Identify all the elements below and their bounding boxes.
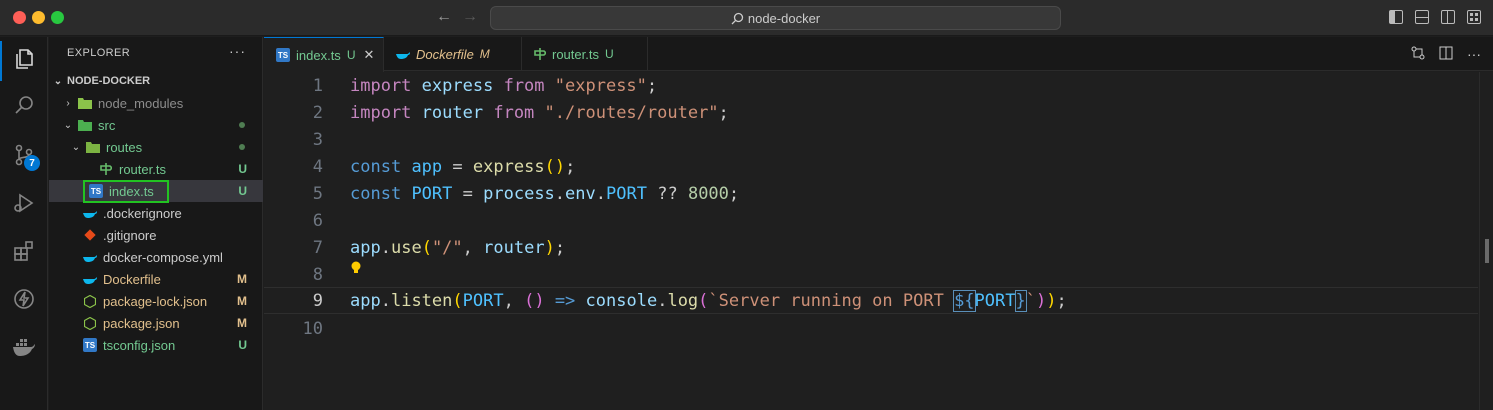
- tree-item-docker-compose[interactable]: docker-compose.yml: [49, 246, 263, 268]
- toggle-sidebar-icon[interactable]: [1389, 10, 1403, 24]
- line-number: 6: [312, 210, 323, 231]
- maximize-window-button[interactable]: [51, 11, 64, 24]
- route-file-icon: [534, 47, 546, 61]
- typescript-file-icon: TS: [276, 48, 290, 62]
- code-text: const PORT = process.env.PORT ?? 8000;: [350, 183, 740, 204]
- toggle-panel-icon[interactable]: [1415, 10, 1429, 24]
- extensions-icon[interactable]: [10, 237, 38, 265]
- scrollbar-thumb[interactable]: [1485, 239, 1489, 263]
- tree-item-node-modules[interactable]: › node_modules: [49, 92, 263, 114]
- docker-file-icon: [83, 250, 97, 264]
- tree-item-tsconfig[interactable]: TS tsconfig.json U: [49, 334, 263, 356]
- modified-dot: [239, 144, 245, 150]
- folder-open-icon: [78, 118, 92, 132]
- code-line: 8: [264, 261, 1478, 288]
- line-number: 9: [312, 290, 323, 311]
- editor-tab-bar: TS index.ts U ✕ Dockerfile M router.ts U…: [264, 37, 1493, 72]
- route-file-icon: [99, 162, 113, 176]
- toggle-secondary-sidebar-icon[interactable]: [1441, 10, 1455, 24]
- code-line: 2 import router from "./routes/router";: [264, 99, 1478, 126]
- command-center-text: node-docker: [747, 10, 821, 26]
- source-control-badge: 7: [24, 155, 40, 171]
- layout-controls: [1389, 10, 1481, 24]
- code-text: const app = express();: [350, 156, 576, 177]
- tab-router-ts[interactable]: router.ts U: [522, 37, 648, 71]
- line-number: 1: [312, 75, 323, 96]
- forward-arrow-icon[interactable]: →: [462, 8, 478, 26]
- tree-item-dockerignore[interactable]: .dockerignore: [49, 202, 263, 224]
- search-icon[interactable]: [10, 91, 38, 119]
- folder-open-icon: [86, 140, 100, 154]
- back-arrow-icon[interactable]: ←: [436, 8, 452, 26]
- workspace-root[interactable]: ⌄ NODE-DOCKER: [49, 70, 263, 92]
- close-tab-icon[interactable]: ✕: [363, 47, 374, 63]
- tree-item-package-json[interactable]: package.json M: [49, 312, 263, 334]
- editor-actions: ···: [1411, 46, 1481, 63]
- code-text: app.use("/", router);: [350, 237, 566, 258]
- docker-icon[interactable]: [10, 333, 38, 361]
- tree-item-package-lock[interactable]: package-lock.json M: [49, 290, 263, 312]
- chevron-down-icon: ⌄: [63, 119, 73, 131]
- highlight-box: [83, 180, 169, 203]
- nodejs-file-icon: [83, 294, 97, 308]
- tree-item-dockerfile[interactable]: Dockerfile M: [49, 268, 263, 290]
- docker-file-icon: [396, 49, 410, 59]
- tree-item-routes[interactable]: ⌄ routes: [49, 136, 263, 158]
- code-text: import express from "express";: [350, 75, 658, 96]
- search-icon: [731, 12, 744, 24]
- line-number: 8: [312, 264, 323, 285]
- line-number: 4: [312, 156, 323, 177]
- open-changes-icon[interactable]: [1411, 46, 1425, 63]
- vertical-scrollbar[interactable]: [1479, 72, 1493, 410]
- typescript-config-icon: TS: [83, 338, 97, 352]
- tab-index-ts[interactable]: TS index.ts U ✕: [264, 37, 384, 72]
- command-center-search[interactable]: node-docker: [490, 6, 1061, 30]
- customize-layout-icon[interactable]: [1467, 10, 1481, 24]
- explorer-sidebar: EXPLORER ··· ⌄ NODE-DOCKER › node_module…: [49, 37, 263, 410]
- folder-icon: [78, 96, 92, 110]
- code-line-current: 9 app.listen(PORT, () => console.log(`Se…: [264, 287, 1478, 314]
- code-line: 7 app.use("/", router);: [264, 234, 1478, 261]
- thunder-client-icon[interactable]: [10, 285, 38, 313]
- code-line: 3: [264, 126, 1478, 153]
- more-actions-icon[interactable]: ···: [229, 43, 246, 59]
- docker-file-icon: [83, 206, 97, 220]
- code-text: app.listen(PORT, () => console.log(`Serv…: [350, 289, 1067, 312]
- tree-item-router-ts[interactable]: router.ts U: [49, 158, 263, 180]
- code-line: 10: [264, 315, 1478, 342]
- line-number: 7: [312, 237, 323, 258]
- code-line: 4 const app = express();: [264, 153, 1478, 180]
- code-line: 6: [264, 207, 1478, 234]
- tab-dockerfile[interactable]: Dockerfile M: [384, 37, 522, 71]
- line-number: 10: [302, 318, 323, 339]
- git-file-icon: [83, 228, 97, 242]
- close-window-button[interactable]: [13, 11, 26, 24]
- code-line: 5 const PORT = process.env.PORT ?? 8000;: [264, 180, 1478, 207]
- chevron-right-icon: ›: [66, 97, 70, 109]
- active-indicator: [0, 41, 2, 81]
- explorer-icon[interactable]: [10, 45, 38, 73]
- activity-bar: 7: [0, 37, 48, 410]
- chevron-down-icon: ⌄: [53, 75, 63, 87]
- line-number: 5: [312, 183, 323, 204]
- docker-file-icon: [83, 272, 97, 286]
- minimize-window-button[interactable]: [32, 11, 45, 24]
- line-number: 3: [312, 129, 323, 150]
- lightbulb-icon[interactable]: [350, 260, 362, 280]
- more-actions-icon[interactable]: ···: [1467, 46, 1481, 63]
- title-bar: ← → node-docker: [0, 0, 1493, 36]
- code-editor[interactable]: 1 import express from "express"; 2 impor…: [264, 72, 1493, 410]
- chevron-down-icon: ⌄: [71, 141, 81, 153]
- line-number: 2: [312, 102, 323, 123]
- run-debug-icon[interactable]: [10, 189, 38, 217]
- code-line: 1 import express from "express";: [264, 72, 1478, 99]
- split-editor-icon[interactable]: [1439, 46, 1453, 63]
- nodejs-file-icon: [83, 316, 97, 330]
- explorer-title: EXPLORER: [67, 47, 131, 59]
- code-text: import router from "./routes/router";: [350, 102, 729, 123]
- tree-item-src[interactable]: ⌄ src: [49, 114, 263, 136]
- modified-dot: [239, 122, 245, 128]
- tree-item-gitignore[interactable]: .gitignore: [49, 224, 263, 246]
